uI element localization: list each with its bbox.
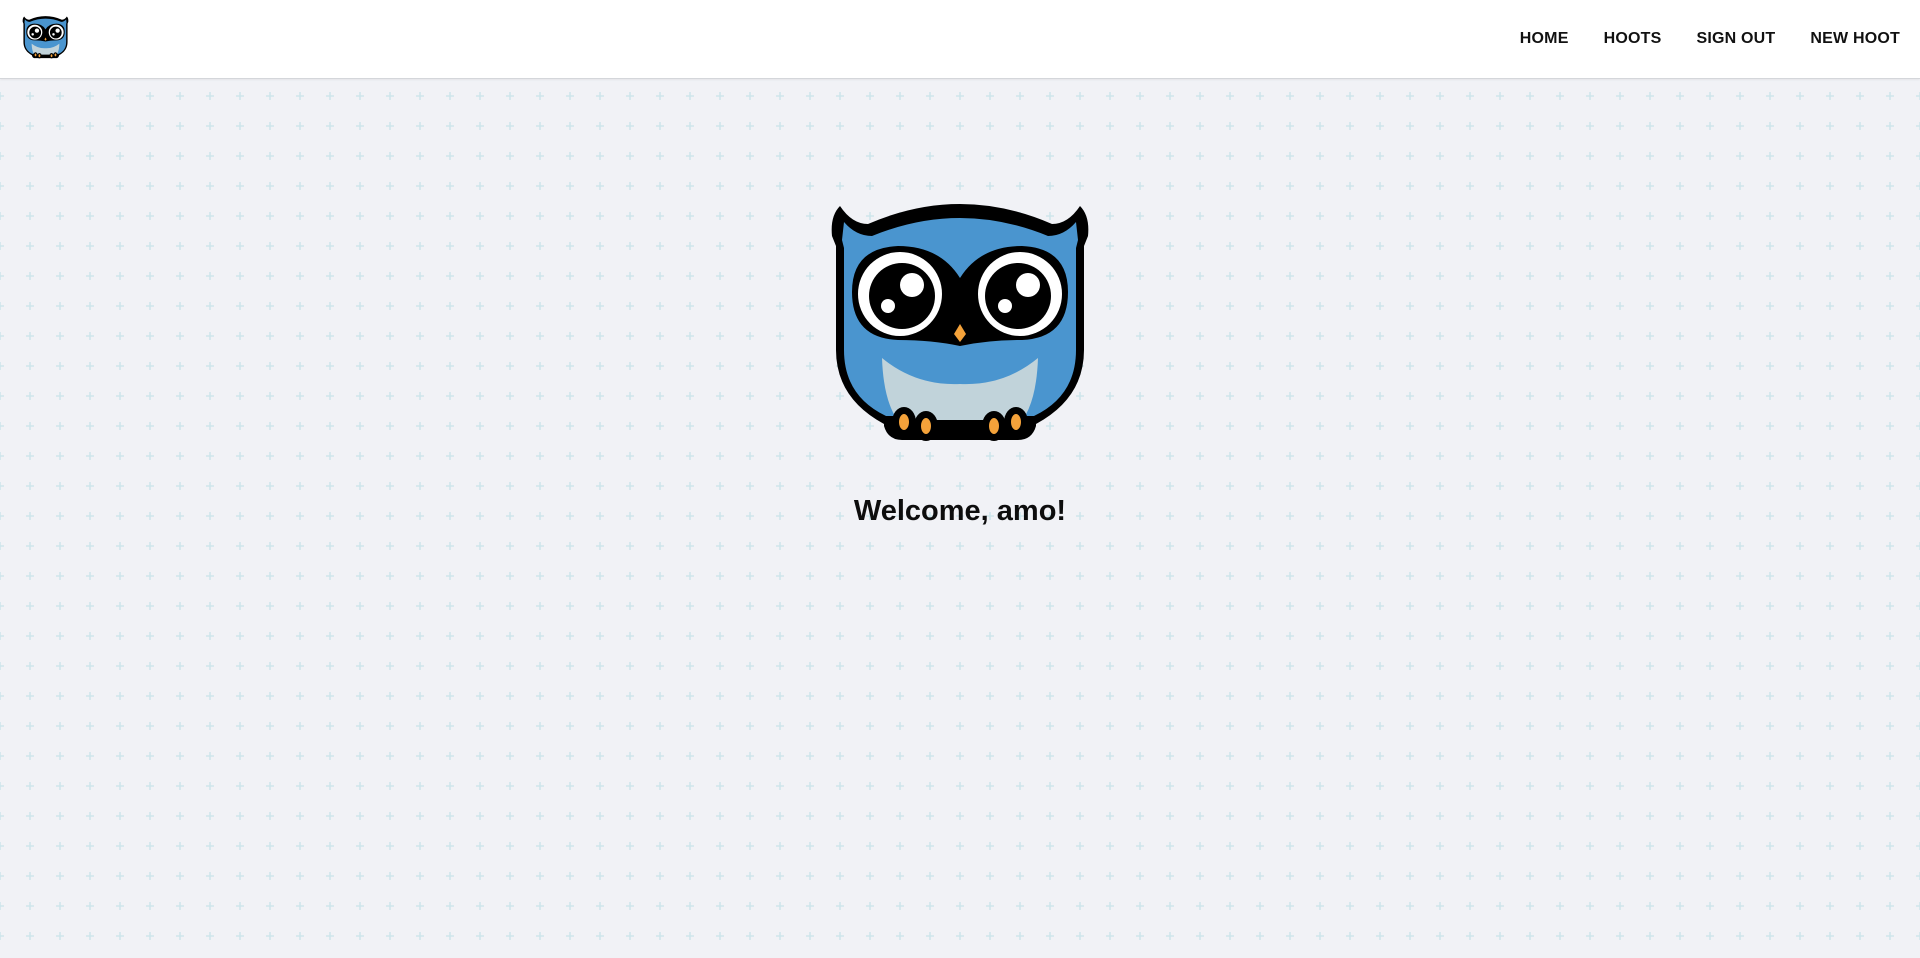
welcome-heading: Welcome, amo!	[853, 495, 1067, 527]
nav-link-new-hoot[interactable]: NEW HOOT	[1810, 30, 1900, 48]
nav-link-hoots[interactable]: HOOTS	[1604, 30, 1662, 48]
top-navbar: HOME HOOTS SIGN OUT NEW HOOT	[0, 0, 1920, 79]
nav-links: HOME HOOTS SIGN OUT NEW HOOT	[1485, 0, 1900, 78]
hero-section: Welcome, amo!	[0, 79, 1920, 958]
main-content: Welcome, amo!	[0, 79, 1920, 958]
nav-link-sign-out[interactable]: SIGN OUT	[1696, 30, 1775, 48]
owl-logo-icon	[828, 200, 1092, 442]
owl-logo-icon[interactable]	[22, 15, 69, 59]
nav-link-home[interactable]: HOME	[1520, 30, 1569, 48]
